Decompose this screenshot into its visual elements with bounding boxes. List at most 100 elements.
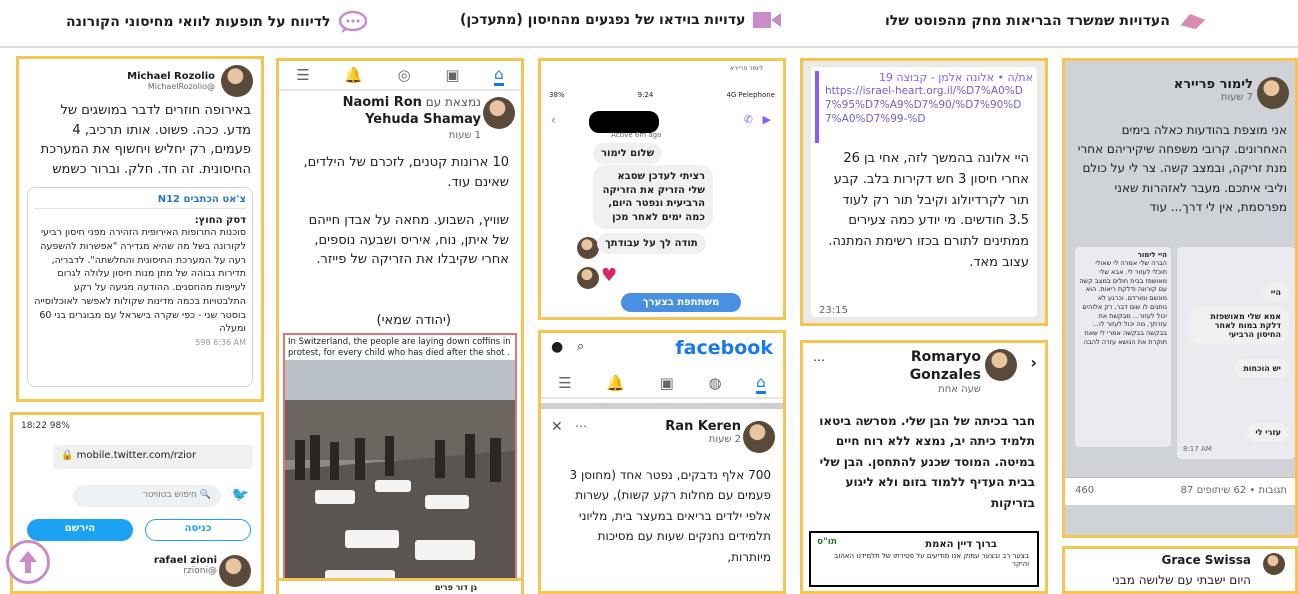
right-msg-3: עזרי לי: [1247, 423, 1289, 442]
search-icon[interactable]: ⌕: [577, 339, 584, 354]
battery: 38%: [549, 91, 565, 99]
author-name-2: Gonzales: [909, 366, 981, 383]
quote-title: דסק החוץ:: [194, 215, 246, 226]
reply-title: את/ה • אלונה אלמן - קבוצה 19: [878, 71, 1033, 84]
comments-shares[interactable]: 87 תגובות • 62 שיתופים: [1181, 485, 1287, 496]
close-icon[interactable]: ✕: [551, 419, 563, 435]
avatar[interactable]: [219, 555, 251, 587]
deleted-testimonies-link[interactable]: העדויות שמשרד הבריאות מחק מהפוסט שלו: [885, 10, 1208, 32]
comment-text: היי אלונה בהמשך לזה, אחי בן 26 אחרי חיסו…: [828, 151, 1029, 270]
scroll-to-top-button[interactable]: [6, 540, 50, 584]
search-placeholder: חיפוש בטוויטר: [142, 490, 197, 500]
screenshot-right: היי אמא שלי מאושפזת דלקת במוח לאחר החיסו…: [1177, 247, 1295, 459]
post-text: אני מוצפת בהודעות כאלה בימים האחרונים. ק…: [1077, 123, 1287, 214]
notice-text: בצער רב ובצער עמוק אנו מודיעים על פטירתו…: [834, 552, 1029, 568]
post-paragraph-2: שוויץ, השבוע. מחאה על אבדן חייהם של איתן…: [308, 213, 509, 267]
avatar[interactable]: [985, 349, 1017, 381]
post-time: 1 שעות: [448, 129, 481, 141]
post-time: 7 שעות: [1220, 92, 1253, 103]
image-caption: In Switzerland, the people are laying do…: [285, 335, 515, 361]
post-footer: 87 תגובות • 62 שיתופים 460: [1065, 477, 1295, 505]
heart-icon: ♥: [601, 265, 618, 286]
more-icon[interactable]: ⋯: [575, 419, 587, 433]
card-grace-post: Grace Swissa היום ישבתי עם שלושה מבני: [1062, 546, 1298, 594]
user-name: rafael zioni: [153, 555, 217, 566]
reactions-count[interactable]: 460: [1075, 485, 1094, 496]
reply-link[interactable]: https://israel-heart.org.il/%D7%A0%D7%95…: [825, 84, 1033, 127]
reply-quote[interactable]: את/ה • אלונה אלמן - קבוצה 19 https://isr…: [815, 71, 1033, 143]
card-naomi-post: ☰ 🔔 ◎ ▣ ⌂ נמצאת עם Naomi Ron Yehuda Sham…: [276, 58, 524, 594]
protest-image[interactable]: In Switzerland, the people are laying do…: [283, 333, 517, 591]
avatar[interactable]: [1257, 77, 1289, 109]
card-ran-keren-post: ● ⌕ facebook ☰ 🔔 ▣ ◍ ⌂ ✕ ⋯ Ran Keren 2 ש…: [538, 330, 786, 594]
url-bar[interactable]: 🔒 mobile.twitter.com/rzior: [53, 445, 253, 469]
post-header: Ran Keren 2 שעות: [665, 419, 741, 445]
facebook-logo: facebook: [675, 337, 773, 359]
bell-icon[interactable]: 🔔: [606, 374, 625, 392]
redacted-name: [589, 111, 659, 133]
bell-icon[interactable]: 🔔: [344, 66, 363, 84]
store-icon[interactable]: ▣: [660, 374, 674, 392]
avatar[interactable]: [1263, 553, 1285, 575]
quote-text: סוכנות התרופות האירופית הזהירה מפני חיסו…: [34, 227, 246, 335]
post-header: נמצאת עם Naomi Ron Yehuda Shamay 1 שעות: [343, 95, 481, 142]
messenger-icon[interactable]: ●: [551, 339, 563, 355]
tweet-user: rafael zioni @rzioni: [154, 555, 217, 576]
report-side-effects-link[interactable]: לדיווח על תופעות לוואי מחיסוני הקורונה: [66, 10, 368, 34]
message-3: תודה לך על עבודתך: [597, 233, 706, 254]
signup-button[interactable]: הירשם: [27, 519, 133, 541]
menu-icon[interactable]: ☰: [558, 374, 571, 392]
card-partial-bottom: גן דור פרים: [276, 578, 524, 594]
notice-title: ברוך דיין האמת: [925, 539, 997, 550]
right-msg-2: יש הוכחות: [1235, 359, 1289, 378]
clock: 9:24: [637, 91, 654, 99]
store-icon[interactable]: ▣: [445, 66, 459, 84]
author-name: גן דור פרים: [434, 583, 477, 592]
message-1: שלום לימור: [593, 143, 663, 164]
author-name: Naomi Ron: [342, 95, 422, 110]
login-button[interactable]: כניסה: [145, 519, 251, 541]
phone-icon[interactable]: ✆: [744, 113, 753, 126]
card-alona-comment: את/ה • אלונה אלמן - קבוצה 19 https://isr…: [800, 58, 1048, 326]
author-handle: @MichaelRozolio: [147, 82, 215, 91]
avatar[interactable]: [221, 65, 253, 97]
twitter-bird-icon: 🐦: [231, 487, 249, 503]
more-icon[interactable]: ⋯: [813, 353, 825, 367]
home-icon[interactable]: ⌂: [494, 65, 504, 86]
home-icon[interactable]: ⌂: [756, 373, 766, 394]
share-reaction-button[interactable]: משתתפת בצערך: [621, 293, 741, 312]
with-label: נמצאת עם: [425, 95, 481, 109]
chevron-right-icon[interactable]: ›: [1030, 353, 1037, 372]
quoted-message: צ'אט הכתבים N12 דסק החוץ: סוכנות התרופות…: [27, 187, 253, 387]
left-msg-text: הברה שלי אמרה לי שאולי תוכלי לעזור לי. א…: [1079, 259, 1167, 346]
twitter-search-input[interactable]: חיפוש בטוויטר 🔍: [73, 485, 221, 507]
video-testimonies-link[interactable]: עדויות בוידאו של נפגעים מהחיסון (מתעדכן): [460, 10, 782, 30]
tagged-name: Yehuda Shamay: [365, 111, 481, 127]
active-status: Active 6m ago: [611, 131, 662, 139]
menu-icon[interactable]: ☰: [296, 66, 309, 84]
coffins-photo: [285, 360, 515, 591]
tweet-header: Michael Rozolio @MichaelRozolio: [127, 65, 253, 97]
back-icon[interactable]: ‹: [551, 113, 556, 127]
post-paragraph-1: 10 ארונות קטנים, לזכרם של הילדים, שאינם …: [303, 155, 509, 190]
profile-icon[interactable]: ◎: [398, 66, 411, 84]
header-item-1: העדויות שמשרד הבריאות מחק מהפוסט שלו: [885, 13, 1170, 29]
globe-icon[interactable]: ◍: [708, 374, 721, 392]
chat-bubble-icon: [339, 10, 368, 33]
video-call-icon[interactable]: ▶: [763, 113, 771, 126]
fb-nav-bar: ☰ 🔔 ▣ ◍ ⌂: [541, 369, 783, 399]
quote-footer: 598 6:36 AM: [195, 338, 246, 348]
avatar[interactable]: [743, 421, 775, 453]
header-item-2: עדויות בוידאו של נפגעים מהחיסון (מתעדכן): [460, 12, 746, 28]
post-text: היום ישבתי עם שלושה מבני: [1112, 573, 1251, 587]
author-name: Grace Swissa: [1161, 553, 1251, 567]
author-name: Michael Rozolio: [127, 71, 215, 82]
avatar[interactable]: [483, 97, 515, 129]
post-text: 700 אלף נדבקים, נפטר אחד (מחוסן 3 פעמים …: [569, 468, 771, 564]
header-item-3: לדיווח על תופעות לוואי מחיסוני הקורונה: [66, 14, 331, 30]
screenshot-left: היי לימור הברה שלי אמרה לי שאולי תוכלי ל…: [1075, 247, 1171, 447]
card-limor-post: לימור פריירא 7 שעות אני מוצפת בהודעות כא…: [1062, 58, 1298, 538]
post-header: Romaryo Gonzales שעה אחת: [910, 349, 981, 397]
right-msg-hi: היי: [1262, 283, 1289, 302]
phone-status-bar: 38% 9:24 4G Pelephone: [549, 91, 775, 99]
